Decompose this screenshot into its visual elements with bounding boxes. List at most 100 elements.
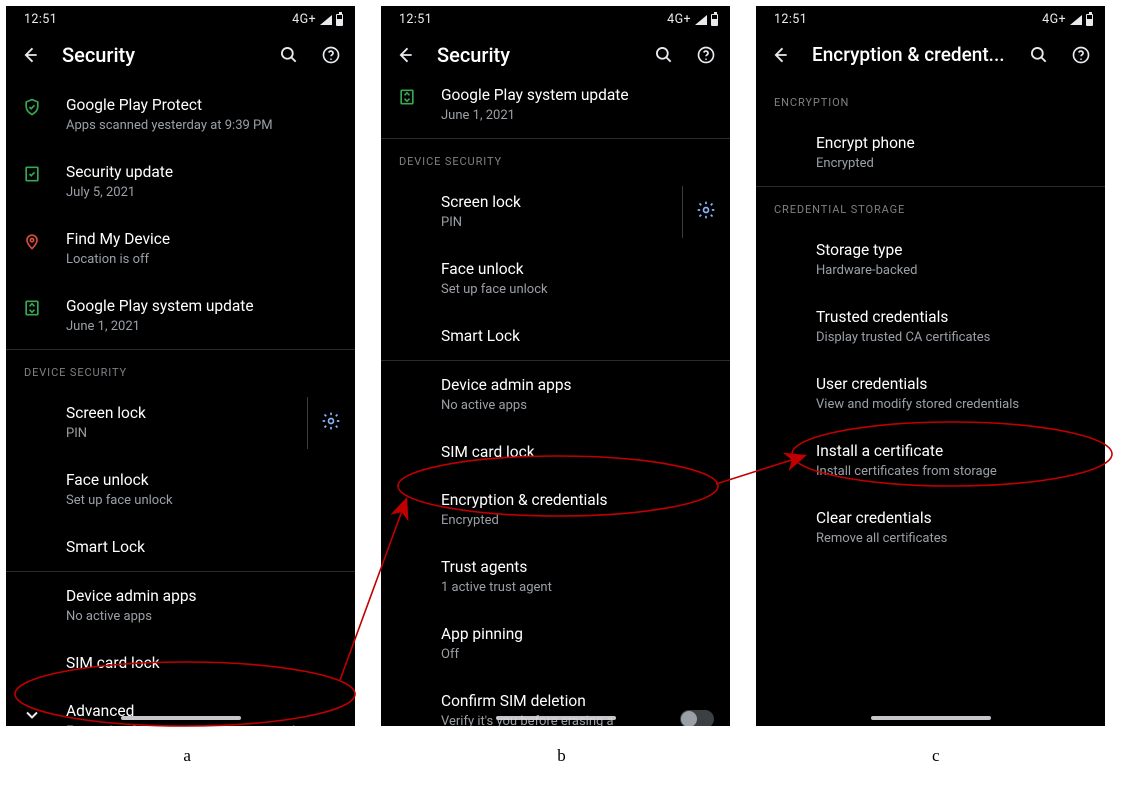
row-encryption[interactable]: Encryption & credentials Encrypted (381, 476, 730, 543)
help-icon[interactable] (1071, 45, 1091, 65)
row-device-admin[interactable]: Device admin appsNo active apps (6, 572, 355, 639)
title: Encrypt phone (816, 133, 1089, 153)
title: Confirm SIM deletion (441, 691, 674, 711)
subtitle: June 1, 2021 (66, 319, 339, 335)
subtitle: Remove all certificates (816, 531, 1089, 547)
subtitle: Location is off (66, 252, 339, 268)
status-bar: 12:51 4G+ (756, 6, 1105, 29)
signal-icon (1070, 15, 1082, 25)
back-icon[interactable] (20, 45, 40, 65)
subtitle: Off (441, 647, 714, 663)
subtitle: Set up face unlock (66, 493, 339, 509)
row-smart-lock[interactable]: Smart Lock (381, 312, 730, 360)
battery-icon (336, 14, 343, 26)
row-clear-credentials[interactable]: Clear credentials Remove all certificates (756, 494, 1105, 561)
section-device-security: DEVICE SECURITY (6, 350, 355, 389)
search-icon[interactable] (279, 45, 299, 65)
row-smart-lock[interactable]: Smart Lock (6, 523, 355, 571)
title: Install a certificate (816, 441, 1089, 461)
status-time: 12:51 (399, 12, 432, 27)
row-device-admin[interactable]: Device admin appsNo active apps (381, 361, 730, 428)
battery-icon (711, 14, 718, 26)
row-trusted-credentials[interactable]: Trusted credentialsDisplay trusted CA ce… (756, 293, 1105, 360)
battery-icon (1086, 14, 1093, 26)
row-play-system-update[interactable]: Google Play system updateJune 1, 2021 (6, 282, 355, 349)
title: Smart Lock (66, 537, 339, 557)
row-storage-type[interactable]: Storage type Hardware-backed (756, 226, 1105, 293)
row-play-protect[interactable]: Google Play ProtectApps scanned yesterda… (6, 81, 355, 148)
row-install-certificate[interactable]: Install a certificateInstall certificate… (756, 427, 1105, 494)
status-time: 12:51 (774, 12, 807, 27)
title: Device admin apps (441, 375, 714, 395)
screen-lock-settings-button[interactable] (682, 200, 716, 224)
subtitle: Hardware-backed (816, 263, 1089, 279)
home-indicator[interactable] (871, 716, 991, 720)
back-icon[interactable] (770, 45, 790, 65)
page-title: Security (437, 43, 632, 67)
caption-b: b (374, 746, 748, 766)
row-security-update[interactable]: Security update July 5, 2021 (6, 148, 355, 215)
row-face-unlock[interactable]: Face unlockSet up face unlock (381, 245, 730, 312)
status-bar: 12:51 4G+ (381, 6, 730, 29)
title: Google Play system update (441, 85, 714, 105)
row-find-my-device[interactable]: Find My Device Location is off (6, 215, 355, 282)
home-indicator[interactable] (496, 716, 616, 720)
help-icon[interactable] (321, 45, 341, 65)
subtitle: Apps scanned yesterday at 9:39 PM (66, 118, 339, 134)
title: Encryption & credentials (441, 490, 714, 510)
subtitle: July 5, 2021 (66, 185, 339, 201)
signal-icon (695, 15, 707, 25)
row-sim-lock[interactable]: SIM card lock (6, 639, 355, 687)
section-encryption: ENCRYPTION (756, 80, 1105, 119)
row-face-unlock[interactable]: Face unlock Set up face unlock (6, 456, 355, 523)
row-advanced[interactable]: AdvancedEncryption & credentials, Trust … (6, 687, 355, 726)
search-icon[interactable] (654, 45, 674, 65)
subtitle: Encryption & credentials, Trust agents, … (66, 724, 339, 726)
gear-icon (321, 411, 341, 431)
status-bar: 12:51 4G+ (6, 6, 355, 29)
caption-c: c (749, 746, 1123, 766)
title: SIM card lock (66, 653, 339, 673)
subtitle: PIN (441, 215, 714, 231)
title: User credentials (816, 374, 1089, 394)
help-icon[interactable] (696, 45, 716, 65)
row-play-system-update[interactable]: Google Play system updateJune 1, 2021 (381, 81, 730, 138)
title: Find My Device (66, 229, 339, 249)
row-sim-lock[interactable]: SIM card lock (381, 428, 730, 476)
search-icon[interactable] (1029, 45, 1049, 65)
row-screen-lock[interactable]: Screen lockPIN (381, 178, 730, 245)
subtitle: PIN (66, 426, 339, 442)
row-app-pinning[interactable]: App pinning Off (381, 610, 730, 677)
signal-icon (320, 15, 332, 25)
row-trust-agents[interactable]: Trust agents 1 active trust agent (381, 543, 730, 610)
divider (307, 397, 308, 449)
gear-icon (696, 200, 716, 220)
row-screen-lock[interactable]: Screen lockPIN (6, 389, 355, 456)
screen-lock-settings-button[interactable] (307, 411, 341, 435)
title: SIM card lock (441, 442, 714, 462)
sync-box-icon (22, 298, 42, 318)
subtitle: Encrypted (816, 156, 1089, 172)
status-net: 4G+ (1042, 12, 1066, 27)
page-title: Encryption & credent... (812, 43, 1007, 66)
title: App pinning (441, 624, 714, 644)
shield-icon (22, 97, 42, 117)
title: Face unlock (66, 470, 339, 490)
title: Storage type (816, 240, 1089, 260)
subtitle: Encrypted (441, 513, 714, 529)
status-time: 12:51 (24, 12, 57, 27)
subtitle: View and modify stored credentials (816, 397, 1089, 413)
subtitle: Set up face unlock (441, 282, 714, 298)
status-net: 4G+ (667, 12, 691, 27)
back-icon[interactable] (395, 45, 415, 65)
title: Security update (66, 162, 339, 182)
title: Trust agents (441, 557, 714, 577)
sync-box-icon (397, 87, 417, 107)
row-encrypt-phone[interactable]: Encrypt phone Encrypted (756, 119, 1105, 186)
location-icon (22, 231, 42, 251)
confirm-sim-toggle[interactable] (680, 710, 714, 727)
title: Clear credentials (816, 508, 1089, 528)
subtitle: 1 active trust agent (441, 580, 714, 596)
row-user-credentials[interactable]: User credentials View and modify stored c… (756, 360, 1105, 427)
home-indicator[interactable] (121, 716, 241, 720)
